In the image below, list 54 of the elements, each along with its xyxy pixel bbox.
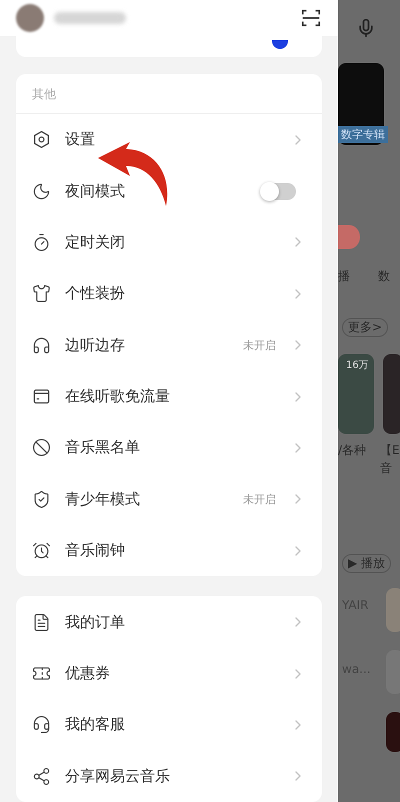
blurred-username	[54, 12, 126, 24]
ban-icon	[32, 438, 51, 458]
status-text: 未开启	[243, 492, 276, 507]
headphones-icon	[32, 336, 51, 355]
shortcut-label: 数	[378, 268, 390, 285]
menu-item[interactable]: 音乐闹钟	[16, 525, 322, 576]
alarm-clock-icon	[32, 541, 51, 560]
toggle-switch[interactable]	[262, 182, 296, 200]
menu-label: 青少年模式	[65, 490, 141, 509]
album-caption: 数字专辑	[338, 126, 388, 143]
menu-item[interactable]: 优惠券	[16, 648, 322, 700]
menu-label: 优惠券	[65, 664, 111, 684]
menu-label: 我的订单	[65, 612, 126, 632]
menu-item[interactable]: 青少年模式 未开启	[16, 474, 322, 526]
menu-item[interactable]: 边听边存 未开启	[16, 319, 322, 371]
moon-icon	[32, 182, 51, 200]
badge-icon	[272, 40, 288, 49]
song-cover	[386, 588, 400, 632]
menu-item[interactable]: 我的客服	[16, 699, 322, 751]
menu-item[interactable]: 分享网易云音乐	[16, 750, 322, 802]
menu-label: 个性装扮	[65, 284, 126, 304]
share-icon	[32, 766, 51, 786]
menu-label: 在线听歌免流量	[65, 387, 171, 406]
shortcut-label: 播	[338, 268, 350, 285]
menu-label: 定时关闭	[65, 232, 126, 252]
menu-item[interactable]: 设置	[16, 114, 322, 166]
shield-check-icon	[32, 490, 51, 509]
menu-label: 设置	[65, 130, 96, 150]
menu-item[interactable]: 我的订单	[16, 596, 322, 648]
menu-label: 音乐闹钟	[65, 541, 126, 560]
playlist-title: 【E	[380, 442, 400, 459]
menu-label: 分享网易云音乐	[65, 766, 171, 786]
shortcut-icon	[338, 225, 360, 249]
menu-label: 我的客服	[65, 715, 126, 734]
shirt-icon	[32, 284, 51, 304]
status-text: 未开启	[243, 338, 276, 353]
timer-icon	[32, 232, 51, 252]
playlist-title: /各种	[338, 442, 366, 459]
menu-label: 音乐黑名单	[65, 438, 141, 458]
menu-label: 夜间模式	[65, 182, 126, 200]
section-title: 其他	[16, 74, 322, 114]
menu-item[interactable]: 个性装扮	[16, 268, 322, 320]
settings-icon	[32, 130, 51, 150]
song-cover	[386, 712, 400, 752]
headset-icon	[32, 715, 51, 734]
document-icon	[32, 612, 51, 632]
playlist-title: 音	[380, 460, 392, 477]
avatar[interactable]	[16, 4, 44, 32]
menu-item[interactable]: 在线听歌免流量	[16, 370, 322, 422]
menu-label: 边听边存	[65, 336, 126, 355]
menu-item[interactable]: 定时关闭	[16, 216, 322, 268]
menu-item[interactable]: 音乐黑名单	[16, 422, 322, 474]
play-count: 16万	[346, 359, 369, 372]
card-icon	[32, 387, 51, 406]
